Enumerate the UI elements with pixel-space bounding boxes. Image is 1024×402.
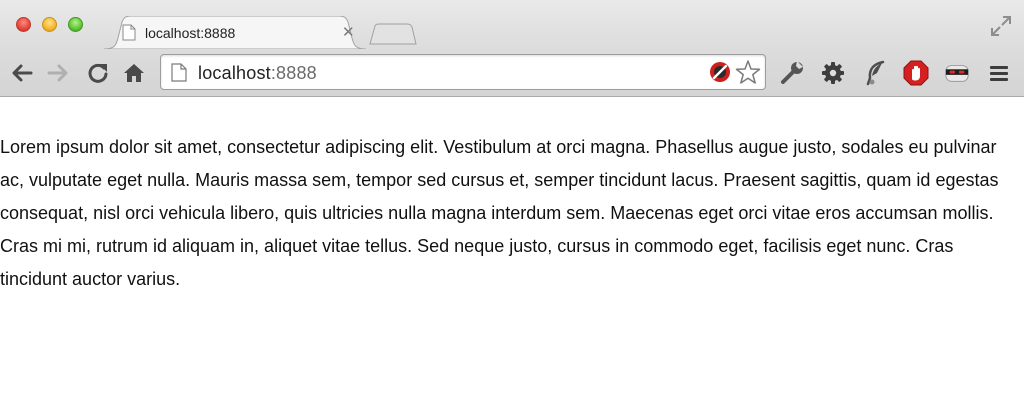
address-bar[interactable]: localhost:8888 (160, 54, 766, 90)
mask-icon[interactable] (944, 60, 970, 86)
home-icon[interactable] (122, 61, 146, 85)
browser-chrome: localhost:8888 ✕ localhost:8888 (0, 0, 1024, 97)
page-content: Lorem ipsum dolor sit amet, consectetur … (0, 131, 1010, 296)
wrench-icon[interactable] (780, 60, 806, 86)
maximize-window-icon[interactable] (68, 17, 83, 32)
url-text[interactable]: localhost:8888 (198, 63, 317, 84)
url-port: :8888 (270, 63, 317, 83)
gear-icon[interactable] (820, 60, 846, 86)
new-tab-icon[interactable] (369, 23, 417, 50)
url-host: localhost (198, 63, 271, 83)
blocked-icon[interactable] (709, 61, 731, 88)
back-icon[interactable] (10, 61, 34, 85)
tab-active[interactable]: localhost:8888 ✕ (104, 16, 366, 49)
lorem-paragraph: Lorem ipsum dolor sit amet, consectetur … (0, 137, 999, 289)
page-icon (171, 63, 187, 87)
forward-icon[interactable] (46, 61, 70, 85)
tab-title: localhost:8888 (145, 25, 236, 41)
fullscreen-icon[interactable] (990, 15, 1012, 42)
toolbar-divider (0, 96, 1024, 97)
stop-icon[interactable] (903, 60, 929, 86)
minimize-window-icon[interactable] (42, 17, 57, 32)
bookmark-star-icon[interactable] (735, 59, 761, 90)
menu-icon[interactable] (986, 60, 1012, 86)
close-window-icon[interactable] (16, 17, 31, 32)
feather-icon[interactable] (862, 60, 888, 86)
tab-close-icon[interactable]: ✕ (342, 23, 355, 41)
reload-icon[interactable] (86, 61, 110, 85)
